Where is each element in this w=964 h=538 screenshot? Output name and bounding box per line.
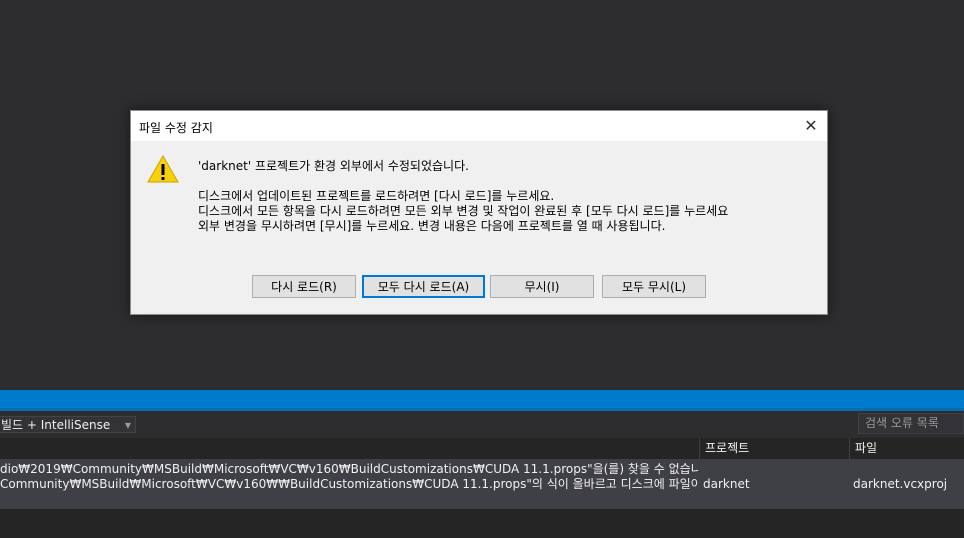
error-description-line2: Community₩MSBuild₩Microsoft₩VC₩v160₩₩Bui… <box>0 477 699 491</box>
dialog-message-line: 외부 변경을 무시하려면 [무시]를 누르세요. 변경 내용은 다음에 프로젝트… <box>198 219 666 233</box>
column-header-file[interactable]: 파일 <box>849 438 964 459</box>
error-list-toolbar <box>0 411 964 438</box>
column-header-project[interactable]: 프로젝트 <box>699 438 849 459</box>
error-search-input[interactable]: 검색 오류 목록 <box>858 413 964 434</box>
error-list-empty-area <box>0 509 964 538</box>
dialog-title: 파일 수정 감지 <box>139 121 213 135</box>
reload-button[interactable]: 다시 로드(R) <box>252 275 356 298</box>
dialog-message-main: 'darknet' 프로젝트가 환경 외부에서 수정되었습니다. <box>198 159 469 173</box>
chevron-down-icon: ▼ <box>124 421 131 430</box>
warning-icon <box>147 155 179 183</box>
build-filter-dropdown[interactable]: 빌드 + IntelliSense ▼ <box>0 416 136 433</box>
error-description-line1: dio₩2019₩Community₩MSBuild₩Microsoft₩VC₩… <box>0 462 699 476</box>
reload-all-button[interactable]: 모두 다시 로드(A) <box>362 275 485 298</box>
error-list-header: 프로젝트 파일 <box>0 438 964 459</box>
table-row[interactable]: dio₩2019₩Community₩MSBuild₩Microsoft₩VC₩… <box>0 459 964 509</box>
close-icon[interactable]: ✕ <box>795 111 827 141</box>
error-project-cell: darknet <box>703 477 750 491</box>
file-modified-dialog: 파일 수정 감지 ✕ 'darknet' 프로젝트가 환경 외부에서 수정되었습… <box>130 110 828 315</box>
dialog-title-bar: 파일 수정 감지 ✕ <box>131 111 827 141</box>
ignore-button[interactable]: 무시(I) <box>490 275 594 298</box>
build-filter-value: 빌드 + IntelliSense <box>1 418 111 432</box>
error-file-cell: darknet.vcxproj <box>853 477 948 491</box>
ignore-all-button[interactable]: 모두 무시(L) <box>602 275 706 298</box>
